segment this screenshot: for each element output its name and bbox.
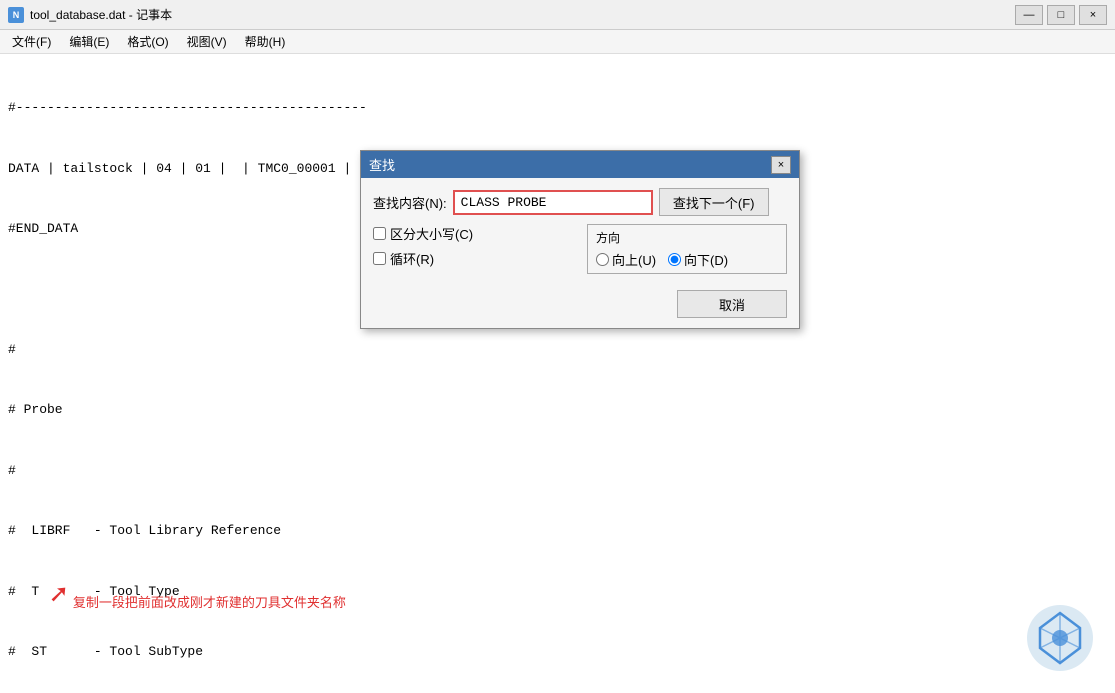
menu-format[interactable]: 格式(O) (119, 31, 176, 52)
down-radio[interactable] (668, 253, 681, 266)
direction-section: 方向 向上(U) 向下(D) (587, 224, 787, 274)
line-8: # LIBRF - Tool Library Reference (8, 521, 1107, 541)
window-title: tool_database.dat - 记事本 (30, 6, 1015, 23)
down-option: 向下(D) (668, 250, 728, 269)
find-dialog: 查找 × 查找内容(N): 查找下一个(F) 区分大小写(C) 循环(R) (360, 150, 800, 329)
up-label: 向上(U) (612, 250, 656, 269)
menu-view[interactable]: 视图(V) (179, 31, 235, 52)
line-5: # (8, 340, 1107, 360)
loop-label: 循环(R) (390, 249, 434, 268)
dialog-title-bar: 查找 × (361, 151, 799, 178)
maximize-button[interactable]: □ (1047, 5, 1075, 25)
logo (1025, 603, 1095, 673)
line-6: # Probe (8, 400, 1107, 420)
cancel-button[interactable]: 取消 (677, 290, 787, 318)
window-controls: — □ × (1015, 5, 1107, 25)
direction-options: 向上(U) 向下(D) (596, 250, 778, 269)
case-sensitive-label: 区分大小写(C) (390, 224, 473, 243)
line-1: #---------------------------------------… (8, 98, 1107, 118)
arrow-icon: ➚ (50, 578, 67, 613)
dialog-body: 查找内容(N): 查找下一个(F) 区分大小写(C) 循环(R) 方向 (361, 178, 799, 328)
app-icon: N (8, 7, 24, 23)
menu-file[interactable]: 文件(F) (4, 31, 59, 52)
loop-checkbox[interactable] (373, 252, 386, 265)
loop-row: 循环(R) (373, 249, 577, 268)
menu-edit[interactable]: 编辑(E) (61, 31, 117, 52)
dialog-title: 查找 (369, 155, 395, 174)
up-option: 向上(U) (596, 250, 656, 269)
search-row: 查找内容(N): 查找下一个(F) (373, 188, 787, 216)
search-input[interactable] (453, 190, 653, 215)
search-label: 查找内容(N): (373, 193, 447, 212)
down-label: 向下(D) (684, 250, 728, 269)
case-sensitive-row: 区分大小写(C) (373, 224, 577, 243)
menu-help[interactable]: 帮助(H) (237, 31, 294, 52)
up-radio[interactable] (596, 253, 609, 266)
minimize-button[interactable]: — (1015, 5, 1043, 25)
menu-bar: 文件(F) 编辑(E) 格式(O) 视图(V) 帮助(H) (0, 30, 1115, 54)
direction-label: 方向 (596, 229, 778, 246)
line-10: # ST - Tool SubType (8, 642, 1107, 662)
line-7: # (8, 461, 1107, 481)
title-bar: N tool_database.dat - 记事本 — □ × (0, 0, 1115, 30)
case-sensitive-checkbox[interactable] (373, 227, 386, 240)
annotation: ➚ 复制一段把前面改成刚才新建的刀具文件夹名称 (50, 578, 346, 613)
dialog-close-button[interactable]: × (771, 156, 791, 174)
find-next-button[interactable]: 查找下一个(F) (659, 188, 769, 216)
close-button[interactable]: × (1079, 5, 1107, 25)
annotation-text: 复制一段把前面改成刚才新建的刀具文件夹名称 (73, 592, 346, 613)
